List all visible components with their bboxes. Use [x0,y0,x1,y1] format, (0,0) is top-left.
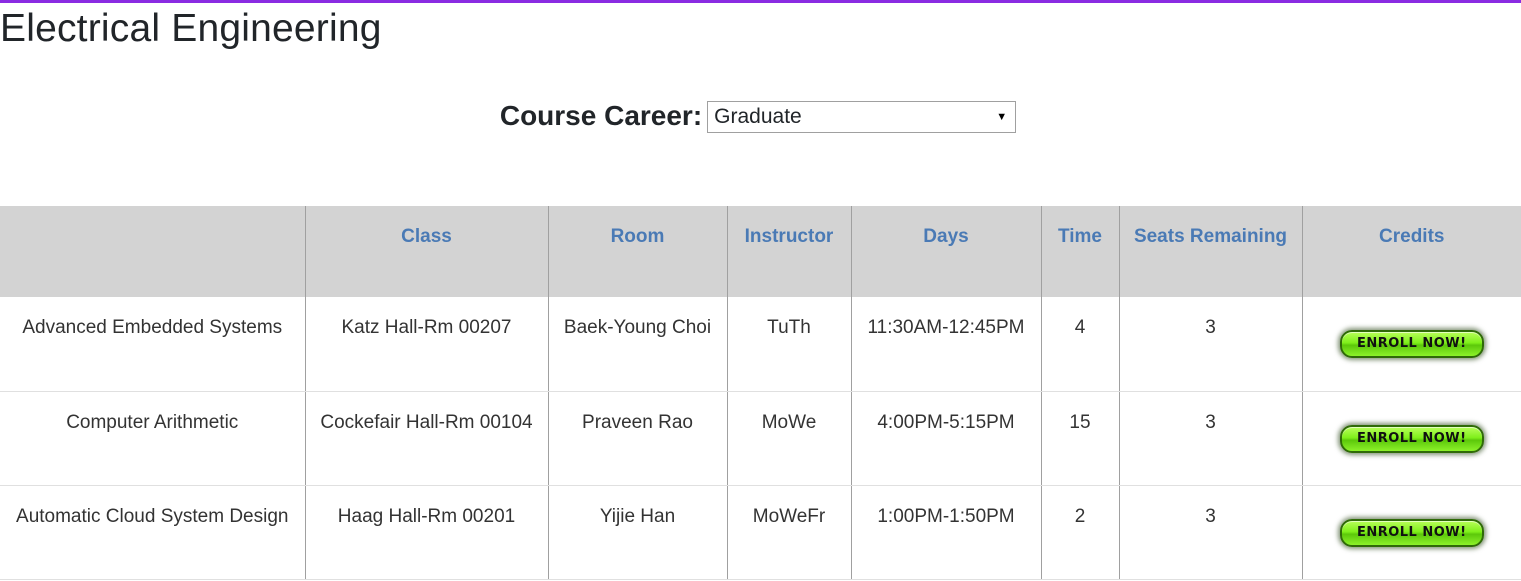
cell-instructor: MoWe [726,391,851,486]
header-time: Time [1040,206,1119,297]
cell-course-name: Advanced Embedded Systems [0,297,305,392]
cell-credits: ENROLL NOW! [1301,391,1521,486]
cell-room: Baek-Young Choi [547,297,727,392]
cell-credits: ENROLL NOW! [1301,297,1521,392]
cell-class: Cockefair Hall-Rm 00104 [304,391,548,486]
cell-class: Katz Hall-Rm 00207 [304,297,548,392]
header-course [0,206,305,297]
table-row: Automatic Cloud System Design Haag Hall-… [0,485,1521,580]
header-days: Days [850,206,1041,297]
cell-days: 1:00PM-1:50PM [850,485,1041,580]
page-title: Electrical Engineering [0,7,382,50]
table-header-row: Class Room Instructor Days Time Seats Re… [0,206,1521,297]
course-career-selected-value: Graduate [714,105,802,128]
enroll-now-button[interactable]: ENROLL NOW! [1339,518,1484,547]
cell-seats-remaining: 3 [1118,391,1302,486]
enroll-now-button[interactable]: ENROLL NOW! [1339,330,1484,358]
cell-seats-remaining: 3 [1118,297,1302,392]
dropdown-arrow-icon: ▼ [996,111,1008,123]
course-career-select[interactable]: Graduate ▼ [707,101,1017,133]
cell-credits: ENROLL NOW! [1301,485,1521,580]
course-career-label: Course Career: [499,100,703,131]
enroll-now-button[interactable]: ENROLL NOW! [1339,424,1484,453]
cell-days: 4:00PM-5:15PM [850,391,1041,486]
course-career-filter: Course Career: Graduate ▼ [0,97,1521,135]
table-row: Computer Arithmetic Cockefair Hall-Rm 00… [0,391,1521,486]
cell-time: 2 [1040,485,1119,580]
cell-seats-remaining: 3 [1118,485,1302,580]
cell-course-name: Automatic Cloud System Design [0,485,305,580]
header-class: Class [304,206,548,297]
cell-room: Praveen Rao [547,391,727,486]
cell-time: 4 [1040,297,1119,392]
cell-course-name: Computer Arithmetic [0,391,305,486]
table-row: Advanced Embedded Systems Katz Hall-Rm 0… [0,297,1521,392]
cell-room: Yijie Han [547,485,727,580]
header-seats-remaining: Seats Remaining [1118,206,1302,297]
course-table: Class Room Instructor Days Time Seats Re… [0,206,1521,580]
header-room: Room [547,206,727,297]
header-instructor: Instructor [726,206,851,297]
cell-time: 15 [1040,391,1119,486]
cell-class: Haag Hall-Rm 00201 [304,485,548,580]
cell-instructor: TuTh [726,297,851,392]
cell-days: 11:30AM-12:45PM [850,297,1041,392]
header-credits: Credits [1301,206,1521,297]
cell-instructor: MoWeFr [726,485,851,580]
top-accent-bar [0,0,1521,3]
